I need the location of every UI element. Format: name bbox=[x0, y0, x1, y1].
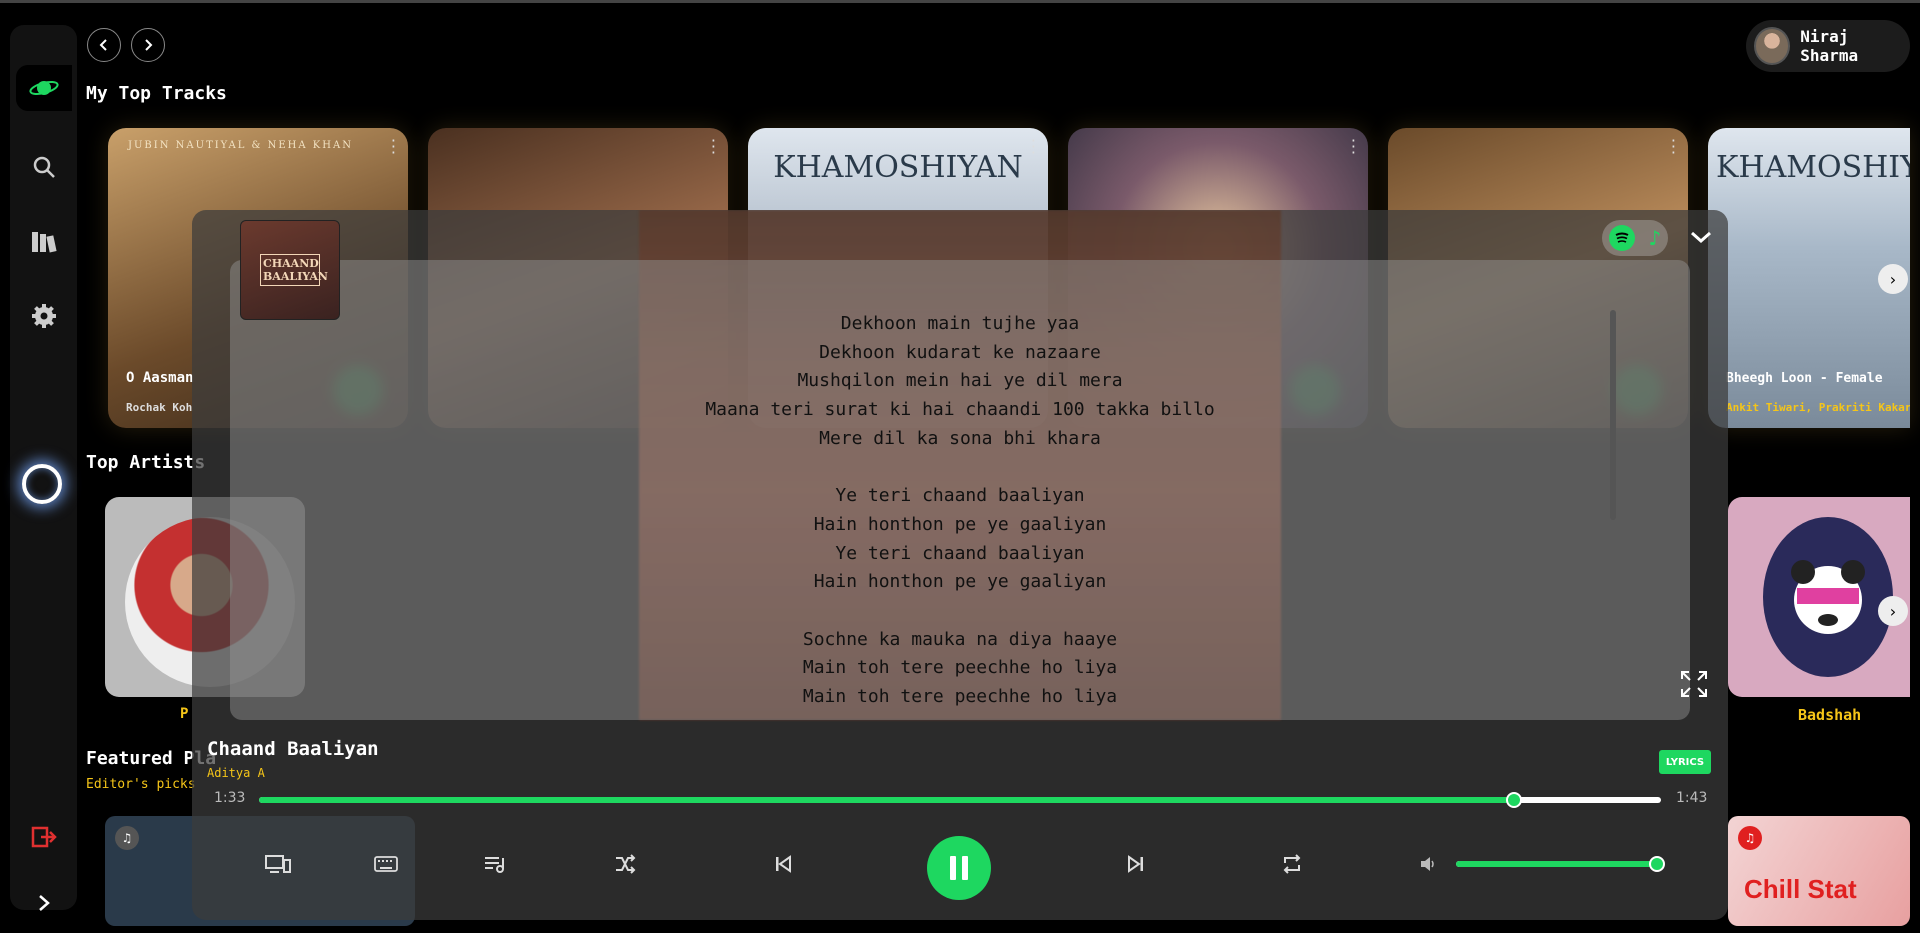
volume-slider[interactable] bbox=[1456, 856, 1665, 872]
user-name: Niraj Sharma bbox=[1800, 27, 1859, 65]
playlist-title: Chill Stat bbox=[1744, 874, 1857, 904]
track-banner: KHAMOSHIY bbox=[1716, 150, 1910, 185]
track-artist: Rochak Koh bbox=[126, 401, 193, 414]
lyric-line: Sochne ka mauka na diya haaye bbox=[802, 628, 1118, 650]
lyrics-text: Dekhoon main tujhe yaa Dekhoon kudarat ke… bbox=[640, 310, 1280, 720]
next-track-icon[interactable] bbox=[1118, 846, 1154, 882]
track-title: O Aasman bbox=[126, 370, 194, 386]
spotify-icon[interactable] bbox=[1608, 225, 1635, 251]
settings-gear-icon[interactable] bbox=[10, 296, 77, 336]
shuffle-icon[interactable] bbox=[607, 846, 643, 882]
album-cover-thumbnail: CHAAND BAALIYAN bbox=[240, 220, 340, 320]
spotify-icon: ♫ bbox=[115, 826, 139, 850]
progress-handle[interactable] bbox=[1505, 792, 1522, 808]
lyric-line: Main toh tere peechhe ho liya bbox=[802, 686, 1118, 708]
volume-handle[interactable] bbox=[1648, 856, 1665, 872]
forward-button[interactable] bbox=[131, 28, 165, 62]
lyric-line: Dekhoon main tujhe yaa bbox=[840, 313, 1080, 334]
artist-name: P bbox=[180, 706, 189, 722]
artist-card[interactable] bbox=[1728, 497, 1910, 697]
track-banner: JUBIN NAUTIYAL & NEHA KHAN bbox=[128, 140, 353, 151]
song-title: Chaand Baaliyan bbox=[207, 738, 379, 760]
lyric-line: Mere dil ka sona bhi khara bbox=[819, 427, 1101, 449]
lyric-line: Main toh tere peechhe ho liya bbox=[802, 657, 1118, 679]
section-title-top-tracks: My Top Tracks bbox=[86, 83, 227, 104]
expand-sidebar-chevron-icon[interactable] bbox=[10, 883, 77, 923]
lyric-line: Maana teri surat ki hai chaandi 100 takk… bbox=[705, 399, 1215, 421]
artists-next-arrow-icon[interactable]: › bbox=[1878, 596, 1908, 626]
lyric-line: Ye teri chaand baaliyan bbox=[835, 485, 1085, 507]
lyric-line: Mushqilon mein hai ye dil mera bbox=[797, 370, 1123, 392]
song-artist[interactable]: Aditya A bbox=[207, 766, 265, 780]
track-artist: Ankit Tiwari, Prakriti Kakar bbox=[1726, 401, 1910, 414]
volume-fill bbox=[1456, 861, 1657, 867]
library-icon[interactable] bbox=[10, 222, 77, 262]
progress-bar[interactable] bbox=[259, 792, 1661, 808]
lyric-line: Hain honthon pe ye gaaliyan bbox=[813, 513, 1107, 535]
lyric-line: Dekhoon kudarat ke nazaare bbox=[819, 341, 1101, 363]
now-playing-overlay: CHAAND BAALIYAN Dekhoon main tujhe yaa De… bbox=[192, 210, 1728, 920]
planet-logo-icon[interactable] bbox=[16, 65, 72, 111]
section-subtitle-featured: Editor's picks bbox=[86, 777, 196, 792]
elapsed-time: 1:33 bbox=[214, 790, 246, 806]
window-top-border bbox=[0, 0, 1920, 3]
volume-icon[interactable] bbox=[1410, 846, 1446, 882]
artist-name: Badshah bbox=[1798, 706, 1862, 724]
more-options-icon[interactable]: · · · bbox=[1031, 133, 1036, 161]
track-title: Bheegh Loon - Female bbox=[1726, 371, 1883, 386]
queue-icon[interactable] bbox=[477, 846, 513, 882]
back-button[interactable] bbox=[87, 28, 121, 62]
user-profile-button[interactable]: Niraj Sharma bbox=[1746, 20, 1910, 72]
fullscreen-expand-icon[interactable] bbox=[1680, 670, 1710, 700]
search-icon[interactable] bbox=[10, 147, 77, 187]
progress-fill bbox=[259, 797, 1514, 803]
tracks-next-arrow-icon[interactable]: › bbox=[1878, 264, 1908, 294]
previous-track-icon[interactable] bbox=[765, 846, 801, 882]
more-options-icon[interactable]: · · · bbox=[391, 133, 396, 161]
more-options-icon[interactable]: · · · bbox=[711, 133, 716, 161]
lyrics-scrollbar[interactable] bbox=[1610, 310, 1616, 520]
more-options-icon[interactable]: · · · bbox=[1671, 133, 1676, 161]
track-banner: KHAMOSHIYAN bbox=[773, 150, 1023, 185]
collapse-chevron-icon[interactable] bbox=[1686, 222, 1716, 252]
loading-ring-icon bbox=[22, 464, 62, 504]
music-note-icon[interactable]: ♪ bbox=[1648, 226, 1661, 250]
more-options-icon[interactable]: · · · bbox=[1351, 133, 1356, 161]
spotify-icon: ♫ bbox=[1738, 826, 1762, 850]
pause-button[interactable] bbox=[927, 836, 991, 900]
logout-icon[interactable] bbox=[10, 817, 77, 857]
lyric-line: Ye teri chaand baaliyan bbox=[835, 542, 1085, 564]
devices-icon[interactable] bbox=[260, 846, 296, 882]
total-duration: 1:43 bbox=[1676, 790, 1708, 806]
playlist-card[interactable]: ♫ Chill Stat bbox=[1728, 816, 1910, 926]
repeat-icon[interactable] bbox=[1274, 846, 1310, 882]
lyrics-button[interactable]: LYRICS bbox=[1659, 750, 1711, 774]
avatar bbox=[1754, 27, 1791, 65]
keyboard-icon[interactable] bbox=[368, 846, 404, 882]
artist-photo bbox=[1763, 517, 1893, 677]
section-title-top-artists: Top Artists bbox=[86, 452, 206, 473]
source-toggle[interactable]: ♪ bbox=[1602, 220, 1668, 256]
lyric-line: Hain honthon pe ye gaaliyan bbox=[813, 571, 1107, 593]
